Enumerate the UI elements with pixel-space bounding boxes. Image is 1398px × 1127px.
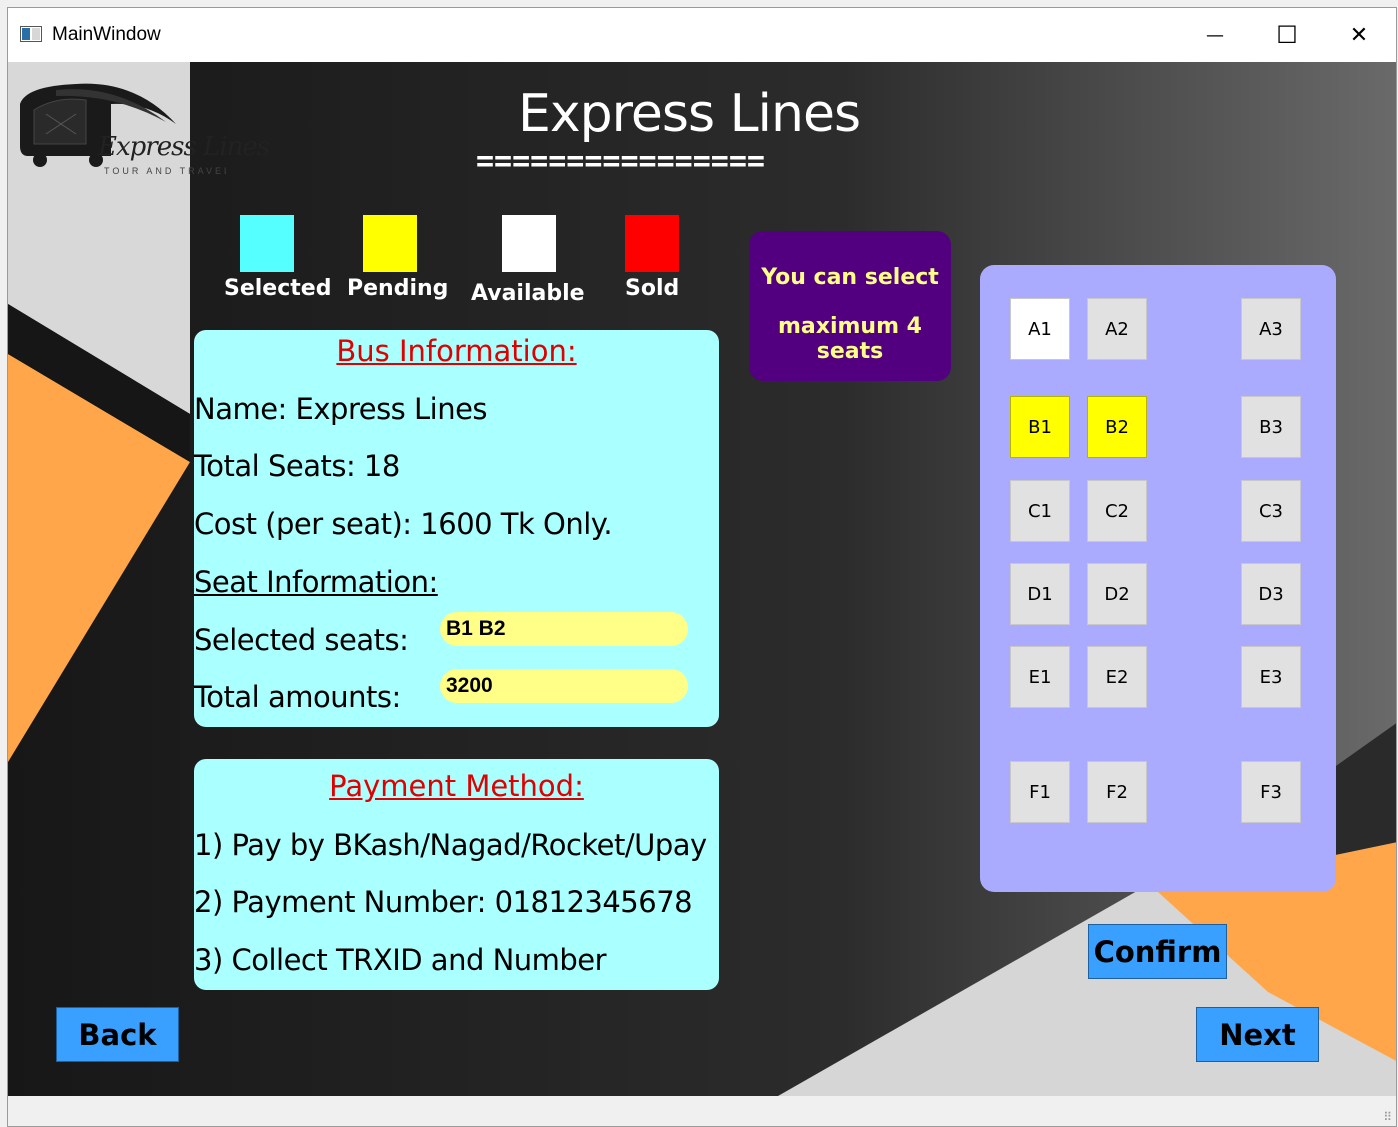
main-window: MainWindow — ☐ ✕ Express Lines TOUR AND …: [7, 7, 1397, 1127]
seat-b1-button[interactable]: B1: [1010, 396, 1070, 458]
notice-line-1: You can select: [761, 265, 939, 290]
total-amount-label: Total amounts:: [194, 680, 401, 714]
seat-info-heading: Seat Information:: [194, 565, 438, 599]
payment-line-1: 1) Pay by BKash/Nagad/Rocket/Upay: [194, 828, 707, 862]
legend-available-label: Available: [471, 281, 585, 306]
resize-grip-icon[interactable]: ⠿: [1383, 1110, 1392, 1124]
payment-line-2: 2) Payment Number: 01812345678: [194, 885, 693, 919]
express-lines-logo: Express Lines TOUR AND TRAVELS: [16, 74, 270, 176]
legend-sold-label: Sold: [625, 276, 680, 301]
legend-available-swatch: [502, 215, 556, 272]
seat-d1-button[interactable]: D1: [1010, 563, 1070, 625]
seat-f2-button[interactable]: F2: [1087, 761, 1147, 823]
seat-limit-notice: You can select maximum 4 seats: [749, 231, 951, 381]
selected-seats-label: Selected seats:: [194, 623, 409, 657]
bus-information-panel: Bus Information: Name: Express Lines Tot…: [194, 330, 719, 727]
seat-b2-button[interactable]: B2: [1087, 396, 1147, 458]
seat-a3-button[interactable]: A3: [1241, 298, 1301, 360]
confirm-button[interactable]: Confirm: [1088, 924, 1227, 979]
total-seats: Total Seats: 18: [194, 449, 400, 483]
title-underline: ================: [476, 144, 765, 179]
payment-method-panel: Payment Method: 1) Pay by BKash/Nagad/Ro…: [194, 759, 719, 990]
seat-c2-button[interactable]: C2: [1087, 480, 1147, 542]
logo-tagline: TOUR AND TRAVELS: [104, 166, 226, 176]
seat-f3-button[interactable]: F3: [1241, 761, 1301, 823]
bus-name: Name: Express Lines: [194, 392, 488, 426]
title-bar: MainWindow — ☐ ✕: [8, 8, 1396, 62]
close-icon: ✕: [1349, 22, 1369, 48]
seat-e2-button[interactable]: E2: [1087, 646, 1147, 708]
maximize-icon: ☐: [1276, 21, 1298, 49]
window-title: MainWindow: [52, 24, 161, 45]
seat-c1-button[interactable]: C1: [1010, 480, 1070, 542]
seat-f1-button[interactable]: F1: [1010, 761, 1070, 823]
legend-pending-label: Pending: [347, 276, 449, 301]
legend-sold-swatch: [625, 215, 679, 272]
next-button[interactable]: Next: [1196, 1007, 1319, 1062]
client-area: Express Lines TOUR AND TRAVELS Express L…: [8, 62, 1396, 1096]
seat-a1-button[interactable]: A1: [1010, 298, 1070, 360]
logo-text: Express Lines: [98, 132, 270, 162]
notice-line-2: maximum 4 seats: [778, 314, 922, 364]
minimize-button[interactable]: —: [1180, 8, 1250, 62]
legend-selected-swatch: [240, 215, 294, 272]
legend-pending-swatch: [363, 215, 417, 272]
seat-e1-button[interactable]: E1: [1010, 646, 1070, 708]
seat-b3-button[interactable]: B3: [1241, 396, 1301, 458]
payment-line-3: 3) Collect TRXID and Number: [194, 943, 607, 977]
seat-c3-button[interactable]: C3: [1241, 480, 1301, 542]
app-icon: [20, 26, 42, 42]
seat-a2-button[interactable]: A2: [1087, 298, 1147, 360]
close-button[interactable]: ✕: [1324, 8, 1394, 62]
seat-d2-button[interactable]: D2: [1087, 563, 1147, 625]
seat-e3-button[interactable]: E3: [1241, 646, 1301, 708]
bus-info-heading: Bus Information:: [336, 334, 577, 368]
seat-cost: Cost (per seat): 1600 Tk Only.: [194, 507, 613, 541]
selected-seats-field: B1 B2: [440, 612, 688, 646]
seat-map-panel: A1 A2 A3 B1 B2 B3 C1 C2 C3 D1 D2 D3 E1 E2 E3 F1 F2 F3: [980, 265, 1336, 892]
minimize-icon: —: [1206, 24, 1224, 46]
status-bar: ⠿: [8, 1096, 1396, 1126]
maximize-button[interactable]: ☐: [1252, 8, 1322, 62]
total-amount-field: 3200: [440, 669, 688, 703]
app-title: Express Lines: [518, 84, 861, 144]
seat-d3-button[interactable]: D3: [1241, 563, 1301, 625]
legend-selected-label: Selected: [224, 276, 332, 301]
back-button[interactable]: Back: [56, 1007, 179, 1062]
payment-heading: Payment Method:: [329, 769, 584, 803]
